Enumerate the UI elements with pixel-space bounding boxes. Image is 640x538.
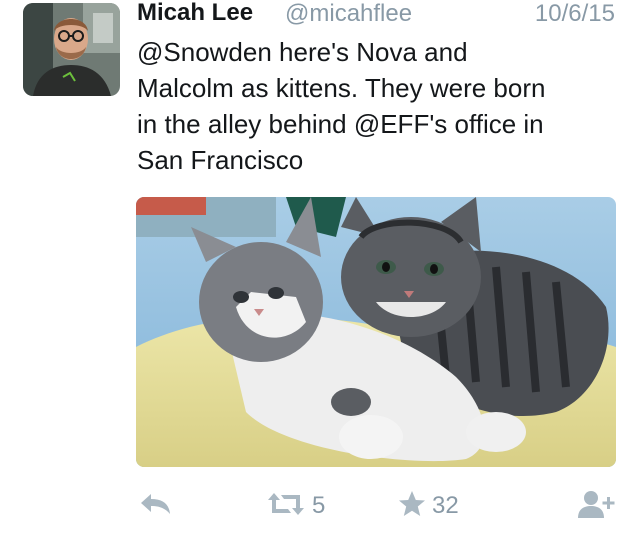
follow-button[interactable] bbox=[577, 484, 617, 528]
reply-icon bbox=[139, 492, 173, 521]
tweet-text-line: Malcolm as kittens. They were born bbox=[137, 73, 546, 103]
star-icon bbox=[398, 490, 426, 523]
retweet-button[interactable]: 5 bbox=[266, 484, 325, 528]
tweet: Micah Lee @micahflee 10/6/15 @Snowden he… bbox=[0, 0, 640, 538]
like-count: 32 bbox=[432, 492, 459, 519]
tweet-text-line: in the alley behind @EFF's office in bbox=[137, 109, 544, 139]
tweet-photo[interactable] bbox=[136, 197, 616, 467]
tweet-actions: 5 32 bbox=[0, 484, 640, 528]
like-button[interactable]: 32 bbox=[398, 484, 459, 528]
reply-button[interactable] bbox=[139, 484, 173, 528]
avatar[interactable] bbox=[23, 3, 120, 96]
retweet-count: 5 bbox=[312, 492, 326, 519]
tweet-text-line: San Francisco bbox=[137, 145, 304, 175]
tweet-text: @Snowden here's Nova and Malcolm as kitt… bbox=[137, 34, 617, 178]
tweet-header: Micah Lee @micahflee 10/6/15 bbox=[137, 0, 615, 30]
author-handle[interactable]: @micahflee bbox=[285, 0, 412, 28]
avatar-image bbox=[23, 3, 120, 96]
tweet-date[interactable]: 10/6/15 bbox=[535, 0, 615, 28]
add-user-icon bbox=[577, 489, 617, 524]
kittens-photo bbox=[136, 197, 616, 467]
retweet-icon bbox=[266, 491, 306, 522]
author-name[interactable]: Micah Lee bbox=[137, 0, 253, 27]
tweet-text-line: @Snowden here's Nova and bbox=[137, 37, 468, 67]
